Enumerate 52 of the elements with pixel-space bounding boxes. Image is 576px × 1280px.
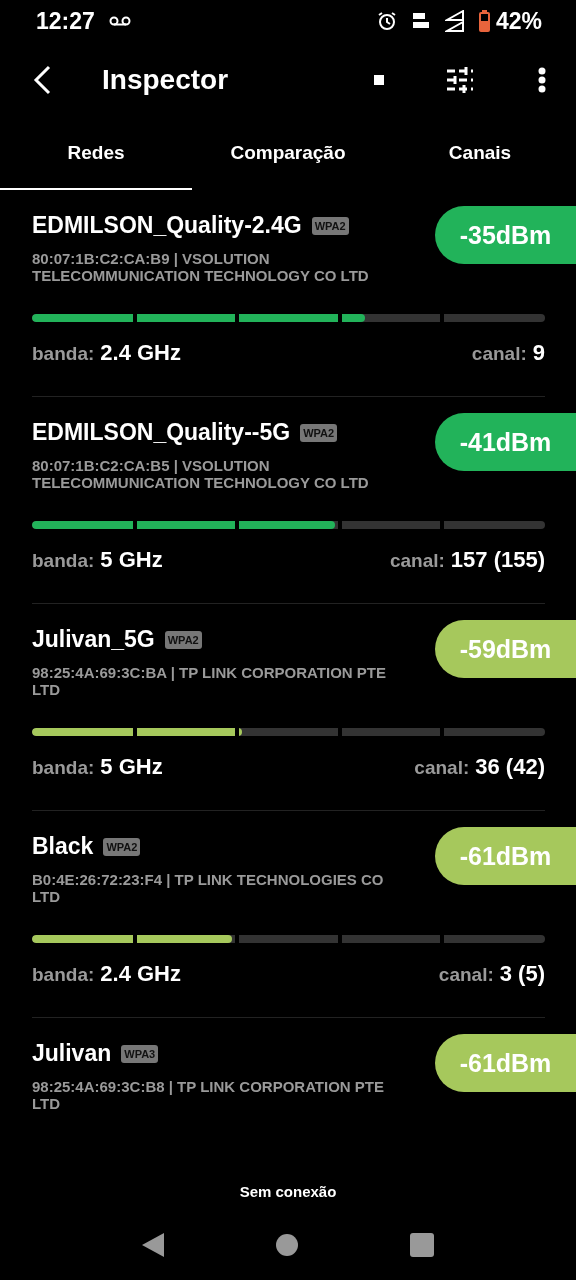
channel-label: canal:: [438, 964, 494, 986]
network-details: 98:25:4A:69:3C:BA | TP LINK CORPORATION PTE LTD: [32, 664, 387, 698]
channel-label: canal:: [414, 757, 470, 779]
signal-badge: -61dBm: [435, 827, 576, 885]
connection-status: Sem conexão: [238, 1182, 338, 1202]
tab[interactable]: Canais: [384, 118, 576, 190]
band-value: 2.4 GHz: [100, 961, 181, 987]
back-nav-icon[interactable]: [142, 1233, 164, 1257]
signal-badge: -35dBm: [435, 206, 576, 264]
back-icon[interactable]: [32, 65, 52, 95]
security-tag: WPA2: [103, 837, 141, 856]
network-details: 80:07:1B:C2:CA:B9 | VSOLUTION TELECOMMUNICATION TECHNOLOGY CO LTD: [32, 250, 370, 284]
page-title: Inspector: [102, 64, 230, 96]
band-label: banda:: [32, 757, 95, 779]
network-name: Julivan_5G: [32, 626, 155, 653]
band-label: banda:: [32, 964, 95, 986]
more-icon[interactable]: [538, 67, 546, 93]
clock-time: 12:27: [36, 7, 95, 35]
voicemail-icon: [108, 16, 131, 26]
battery-level: 42%: [495, 7, 542, 35]
tab[interactable]: Comparação: [192, 118, 384, 190]
battery-icon: [478, 10, 490, 32]
channel-value: 157 (155): [450, 547, 545, 573]
sliders-icon[interactable]: [446, 67, 474, 93]
band-value: 2.4 GHz: [100, 340, 181, 366]
home-nav-icon[interactable]: [276, 1234, 298, 1256]
network-details: 80:07:1B:C2:CA:B5 | VSOLUTION TELECOMMUNICATION TECHNOLOGY CO LTD: [32, 457, 370, 491]
channel-value: 3 (5): [499, 961, 545, 987]
security-tag: WPA3: [121, 1044, 159, 1063]
network-details: 98:25:4A:69:3C:B8 | TP LINK CORPORATION PTE LTD: [32, 1078, 386, 1112]
channel-label: canal:: [389, 550, 445, 572]
security-tag: WPA2: [164, 630, 202, 649]
band-value: 5 GHz: [100, 547, 163, 573]
band-label: banda:: [32, 343, 95, 365]
band-label: banda:: [32, 550, 95, 572]
network-name: EDMILSON_Quality--5G: [32, 419, 291, 446]
band-value: 5 GHz: [100, 754, 163, 780]
signal-icon: [444, 10, 465, 32]
network-details: B0:4E:26:72:23:F4 | TP LINK TECHNOLOGIES CO LTD: [32, 871, 385, 905]
alarm-icon: [376, 11, 397, 31]
network-name: EDMILSON_Quality-2.4G: [32, 212, 302, 239]
signal-badge: -61dBm: [435, 1034, 576, 1092]
channel-value: 36 (42): [475, 754, 545, 780]
security-tag: WPA2: [300, 423, 338, 442]
network-name: Black: [32, 833, 94, 860]
network-name: Julivan: [32, 1040, 112, 1067]
channel-value: 9: [532, 340, 545, 366]
tab[interactable]: Redes: [0, 118, 192, 190]
security-tag: WPA2: [311, 216, 349, 235]
channel-label: canal:: [471, 343, 527, 365]
signal-badge: -41dBm: [435, 413, 576, 471]
signal-badge: -59dBm: [435, 620, 576, 678]
